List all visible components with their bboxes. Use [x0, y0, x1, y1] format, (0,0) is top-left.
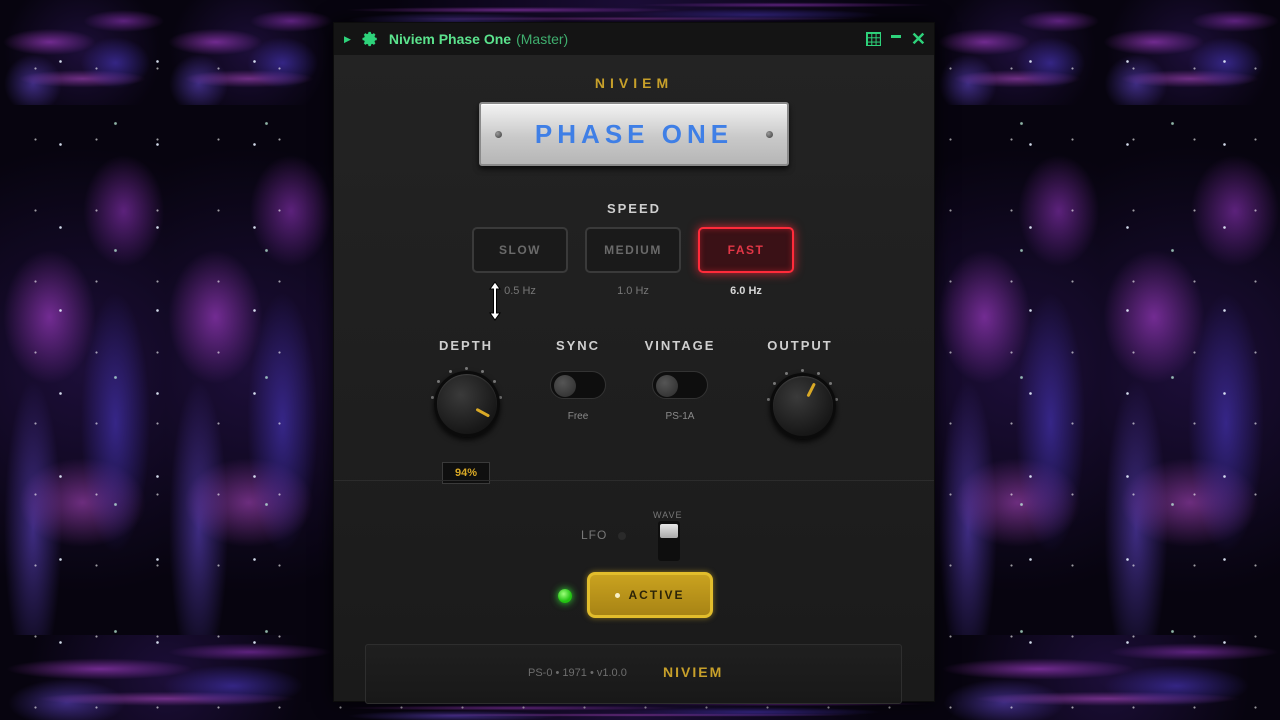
plugin-name: PHASE ONE	[534, 118, 734, 149]
sync-toggle[interactable]	[550, 371, 606, 399]
active-dot-icon	[615, 592, 621, 598]
speed-fast-rate: 6.0 Hz	[730, 285, 762, 297]
output-knob-indicator	[806, 383, 816, 397]
brand-label: NIVIEM	[594, 75, 674, 91]
active-led	[558, 589, 572, 603]
resize-cursor-icon	[489, 281, 501, 321]
speed-slow-button[interactable]: SLOW	[472, 227, 568, 273]
active-button[interactable]: ACTIVE	[587, 572, 713, 618]
footer-info: PS-0 • 1971 • v1.0.0	[528, 667, 627, 679]
speed-label: SPEED	[606, 201, 662, 216]
wave-label: WAVE	[653, 510, 683, 520]
grid-icon[interactable]	[865, 32, 881, 46]
speed-medium-rate: 1.0 Hz	[617, 285, 649, 297]
speed-slow-rate: 0.5 Hz	[504, 285, 536, 297]
sync-label: SYNC	[555, 338, 601, 353]
vintage-state: PS-1A	[665, 411, 695, 422]
screw-icon	[766, 131, 773, 138]
speed-fast-button[interactable]: FAST	[698, 227, 794, 273]
minimize-icon[interactable]	[890, 34, 901, 38]
vintage-label: VINTAGE	[644, 338, 716, 353]
active-label: ACTIVE	[628, 588, 685, 602]
footer-brand: NIVIEM	[663, 664, 724, 680]
window-title: Niviem Phase One	[388, 31, 512, 47]
output-label: OUTPUT	[767, 338, 833, 353]
gear-icon[interactable]	[361, 30, 379, 48]
sync-state: Free	[567, 411, 589, 422]
speed-medium-button[interactable]: MEDIUM	[585, 227, 681, 273]
depth-knob[interactable]	[426, 363, 506, 443]
play-arrow-icon[interactable]: ▶	[344, 34, 351, 45]
lfo-led	[618, 532, 626, 540]
lfo-label: LFO	[581, 528, 608, 542]
plugin-window: ▶ Niviem Phase One (Master) ✕ NIVIEM PHA…	[333, 22, 935, 704]
depth-label: DEPTH	[438, 338, 494, 353]
section-divider	[334, 480, 934, 481]
window-subtitle: (Master)	[516, 31, 569, 47]
depth-knob-indicator	[476, 408, 490, 418]
close-icon[interactable]: ✕	[911, 30, 926, 48]
output-knob[interactable]	[762, 365, 842, 445]
screw-icon	[495, 131, 502, 138]
title-bar: ▶ Niviem Phase One (Master) ✕	[334, 23, 934, 55]
name-plate: PHASE ONE	[479, 102, 789, 166]
vintage-toggle[interactable]	[652, 371, 708, 399]
wave-switch[interactable]	[658, 521, 680, 561]
plugin-panel: NIVIEM PHASE ONE SPEED SLOW MEDIUM FAST …	[334, 55, 934, 704]
footer-bar: PS-0 • 1971 • v1.0.0 NIVIEM	[365, 644, 902, 704]
